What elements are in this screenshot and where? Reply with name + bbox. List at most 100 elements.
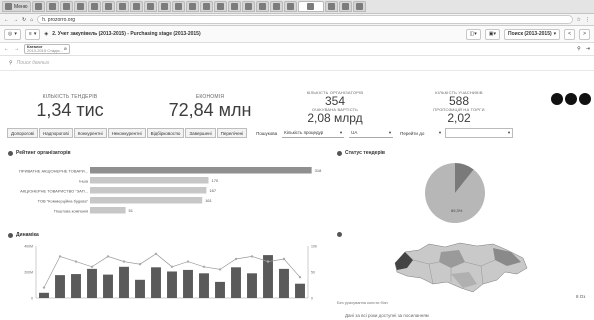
browser-tab[interactable] — [31, 1, 45, 12]
tab-favicon-icon — [90, 3, 98, 10]
browser-tab[interactable] — [352, 1, 366, 12]
browser-tab[interactable] — [269, 1, 283, 12]
kpi-orgs: КІЛЬКІСТЬ ОРГАНІЗАТОРІВ 354 ОЧІКУВАНА ВА… — [280, 90, 390, 124]
browser-tab[interactable] — [241, 1, 255, 12]
dynamics-bar — [183, 269, 193, 298]
filter-button[interactable]: Конкурентні — [73, 128, 107, 138]
tab-favicon-icon — [174, 3, 182, 10]
bookmarks-button[interactable]: ◫▾ — [465, 28, 481, 40]
back-icon[interactable]: ← — [4, 17, 9, 23]
facebook-icon[interactable] — [551, 93, 563, 105]
story-dropdown-label: Поиск (2013-2015) — [508, 31, 552, 37]
browser-tab[interactable] — [129, 1, 143, 12]
browser-tab[interactable] — [157, 1, 171, 12]
menu-label: ≡ — [28, 31, 32, 37]
tab-favicon-icon — [244, 3, 252, 10]
browser-tab[interactable] — [255, 1, 269, 12]
metric-dropdown[interactable]: Кількість процедур ▾ — [282, 128, 345, 138]
filter-button[interactable]: Завершені — [185, 128, 216, 138]
youtube-icon[interactable] — [579, 93, 591, 105]
reload-icon[interactable]: ↻ — [22, 17, 26, 23]
rating-value-label: 51 — [129, 208, 134, 213]
ukraine-map[interactable] — [385, 238, 535, 298]
rating-title-text: Рейтинг організаторів — [16, 150, 71, 156]
goto-label-box: Перейти до ▾ — [398, 128, 443, 138]
bookmark-icon[interactable]: ☆ — [577, 17, 581, 23]
filter-button[interactable]: Відбірковостю — [146, 128, 185, 138]
browser-tab[interactable] — [73, 1, 87, 12]
tab-favicon-icon — [62, 3, 70, 10]
menu-button[interactable]: ≡ ▾ — [24, 28, 41, 40]
browser-tab[interactable] — [324, 1, 338, 12]
browser-tab[interactable] — [143, 1, 157, 12]
map-value: 8 Оз — [576, 294, 586, 299]
dynamics-line-point — [250, 255, 254, 258]
browser-tab[interactable] — [115, 1, 129, 12]
kpi-participants: КІЛЬКІСТЬ УЧАСНИКІВ 588 ПРОПОЗИЦІЙ НА ТО… — [404, 90, 514, 124]
rating-bar — [90, 177, 209, 184]
goto-label: Перейти до — [400, 130, 425, 136]
map-footer-link[interactable]: Дані за всі роки доступні за посиланням — [345, 313, 429, 318]
info-icon[interactable] — [337, 232, 342, 237]
step-forward-icon[interactable]: → — [14, 46, 19, 52]
filter-button[interactable]: Надпорогові — [38, 128, 73, 138]
prev-sheet-button[interactable]: < — [564, 28, 576, 40]
dynamics-bar — [87, 268, 97, 298]
next-sheet-button[interactable]: > — [579, 28, 590, 40]
url-field[interactable]: h. prozorro.org — [37, 15, 573, 24]
rating-value-label: 161 — [205, 198, 212, 203]
browser-tab[interactable] — [297, 1, 324, 12]
kpi-expected-value: 2,08 млрд — [307, 111, 363, 125]
browser-tab[interactable] — [227, 1, 241, 12]
browser-tab[interactable] — [338, 1, 352, 12]
browser-tab[interactable] — [45, 1, 59, 12]
dynamics-bar — [39, 292, 49, 298]
kpi-tenders-value: 1,34 тис — [36, 100, 104, 120]
compass-icon: ◎ — [8, 31, 13, 37]
region-dropdown[interactable]: UA ▾ — [349, 128, 394, 138]
browser-tab[interactable]: Меню — [2, 1, 31, 12]
browser-tab[interactable] — [283, 1, 297, 12]
info-icon[interactable] — [8, 232, 13, 238]
browser-tab[interactable] — [199, 1, 213, 12]
goto-dropdown[interactable]: ▾ — [445, 128, 514, 138]
browser-tab[interactable] — [171, 1, 185, 12]
rating-bar — [90, 187, 207, 194]
menu-icon[interactable]: ⋮ — [585, 17, 590, 23]
rating-bar-chart[interactable]: ПРИВАТНЕ АКЦІОНЕРНЕ ТОВАРИ... 318 Інша 170 А… — [10, 162, 330, 222]
browser-tab[interactable] — [101, 1, 115, 12]
dynamics-combo-chart[interactable]: 400М 200М 0 100 50 0 — [8, 240, 333, 320]
filter-button[interactable]: Допорогові — [7, 128, 38, 138]
y2-tick-label: 50 — [311, 271, 315, 275]
browser-tab[interactable] — [213, 1, 227, 12]
map-note: Без урахування консти бізн — [337, 300, 388, 305]
filter-button[interactable]: Перелічені — [216, 128, 248, 138]
rating-value-label: 318 — [315, 168, 322, 173]
browser-tab[interactable] — [59, 1, 73, 12]
info-icon[interactable] — [8, 150, 13, 156]
rating-bar — [90, 197, 203, 204]
dynamics-bar — [295, 283, 305, 298]
sheets-button[interactable]: ▣▾ — [484, 28, 500, 40]
app-toolbar: ◎ ▾ ≡ ▾ ◈ 2. Учет закупівель (2013-2015) -… — [0, 26, 594, 43]
step-back-icon[interactable]: ← — [4, 46, 9, 52]
story-dropdown[interactable]: Поиск (2013-2015) ▾ — [504, 28, 561, 40]
global-menu-button[interactable]: ◎ ▾ — [4, 28, 21, 40]
browser-tab[interactable] — [87, 1, 101, 12]
home-icon[interactable]: ⌂ — [30, 17, 33, 23]
expand-icon[interactable]: ⇥ — [586, 46, 590, 52]
rating-panel-title: Рейтинг організаторів — [8, 150, 71, 156]
browser-tab-label: Меню — [14, 3, 28, 10]
selection-chip[interactable]: Каталог 2013-2015 Стадія... ⊘ — [24, 44, 70, 54]
filter-button[interactable]: Неконкурентні — [107, 128, 146, 138]
info-icon[interactable] — [337, 150, 342, 156]
status-pie-chart[interactable]: 89,3% — [420, 158, 490, 228]
browser-tab[interactable] — [185, 1, 199, 12]
y2-tick-label: 100 — [311, 245, 317, 249]
search-input[interactable]: Поиск данных — [17, 60, 50, 66]
search-toolbar-icon[interactable]: ⚲ — [577, 46, 581, 52]
share-icon[interactable] — [565, 93, 577, 105]
forward-icon[interactable]: → — [13, 17, 18, 23]
region-dropdown-label: UA — [351, 130, 358, 135]
clear-selection-icon[interactable]: ⊘ — [64, 47, 67, 51]
